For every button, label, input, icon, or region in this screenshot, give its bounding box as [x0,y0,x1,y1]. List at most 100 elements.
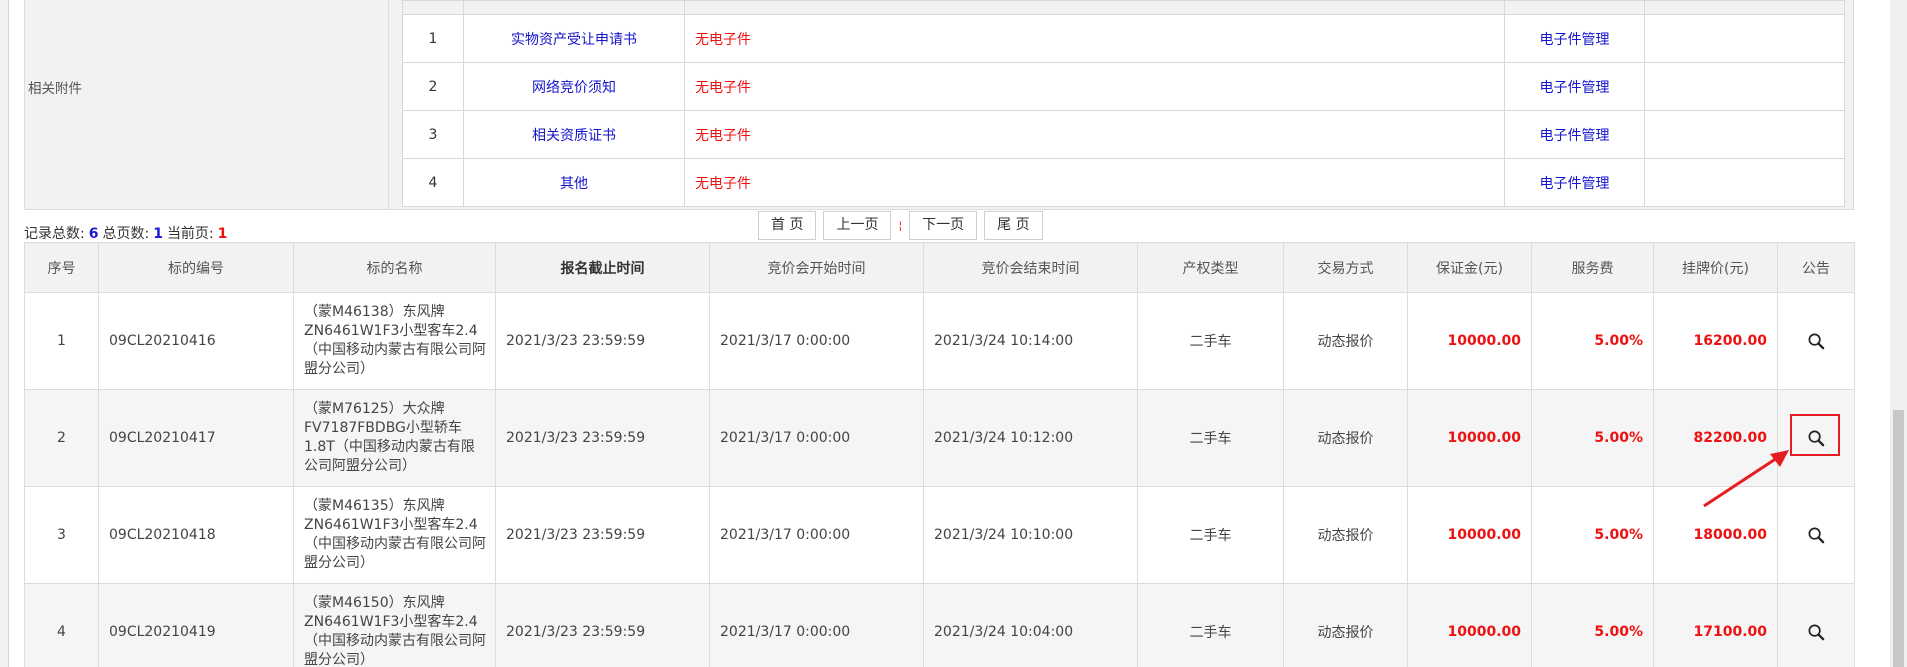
row-name: （蒙M76125）大众牌FV7187FBDBG小型轿车1.8T（中国移动内蒙古有… [293,389,496,487]
col-header-end: 竞价会结束时间 [923,242,1138,293]
row-fee: 5.00% [1531,292,1654,390]
row-fee: 5.00% [1531,389,1654,487]
row-start: 2021/3/17 0:00:00 [709,486,924,584]
scrollbar-thumb[interactable] [1893,410,1904,667]
attachment-status: 无电子件 [684,158,1505,207]
row-type: 二手车 [1137,486,1284,584]
pager: 首 页 上一页 ¦ 下一页 尾 页 [758,211,1050,240]
row-end: 2021/3/24 10:14:00 [923,292,1138,390]
page-root: 相关附件 1 实物资产受让申请书 无电子件 电子件管理 2 网络竞价须知 无电子… [0,0,1907,667]
row-no: 1 [24,292,99,390]
attachment-empty-cell [1644,62,1845,111]
attachment-empty-cell [1644,14,1845,63]
attachment-manage-link[interactable]: 电子件管理 [1504,62,1645,111]
row-price: 17100.00 [1653,583,1778,667]
attachment-row: 2 网络竞价须知 无电子件 电子件管理 [402,62,1845,111]
row-announce-cell [1777,292,1855,390]
pager-first-button[interactable]: 首 页 [758,211,817,240]
record-pages-label: 总页数: [102,226,150,242]
attachment-no: 1 [402,14,464,63]
record-total-label: 记录总数: [24,226,85,242]
attachment-name-link[interactable]: 相关资质证书 [463,110,685,159]
highlight-box [1790,414,1840,456]
col-header-no: 序号 [24,242,99,293]
table-row: 4 09CL20210419 （蒙M46150）东风牌ZN6461W1F3小型客… [24,583,1855,667]
vertical-scrollbar[interactable] [1890,0,1907,667]
record-pages: 1 [153,226,163,242]
row-deadline: 2021/3/23 23:59:59 [495,583,710,667]
row-no: 4 [24,583,99,667]
row-end: 2021/3/24 10:10:00 [923,486,1138,584]
col-header-start: 竞价会开始时间 [709,242,924,293]
row-price: 16200.00 [1653,292,1778,390]
magnifier-icon[interactable] [1807,526,1826,545]
attachment-manage-link[interactable]: 电子件管理 [1504,110,1645,159]
attachment-empty-cell [1644,110,1845,159]
row-name: （蒙M46135）东风牌ZN6461W1F3小型客车2.4（中国移动内蒙古有限公… [293,486,496,584]
row-announce-cell [1777,583,1855,667]
row-fee: 5.00% [1531,583,1654,667]
attachment-no: 3 [402,110,464,159]
attachment-no: 4 [402,158,464,207]
row-no: 3 [24,486,99,584]
magnifier-icon[interactable] [1807,332,1826,351]
table-row: 1 09CL20210416 （蒙M46138）东风牌ZN6461W1F3小型客… [24,292,1855,390]
attachment-manage-link[interactable]: 电子件管理 [1504,158,1645,207]
attachment-status: 无电子件 [684,110,1505,159]
lots-table: 序号 标的编号 标的名称 报名截止时间 竞价会开始时间 竞价会结束时间 产权类型… [24,242,1855,667]
attachment-name-link[interactable]: 其他 [463,158,685,207]
row-code: 09CL20210418 [98,486,294,584]
table-row: 2 09CL20210417 （蒙M76125）大众牌FV7187FBDBG小型… [24,389,1855,487]
row-code: 09CL20210419 [98,583,294,667]
record-total: 6 [88,226,99,242]
row-type: 二手车 [1137,292,1284,390]
col-header-code: 标的编号 [98,242,294,293]
row-type: 二手车 [1137,583,1284,667]
lots-table-header: 序号 标的编号 标的名称 报名截止时间 竞价会开始时间 竞价会结束时间 产权类型… [24,242,1855,293]
record-current-label: 当前页: [166,226,214,242]
row-name: （蒙M46138）东风牌ZN6461W1F3小型客车2.4（中国移动内蒙古有限公… [293,292,496,390]
row-method: 动态报价 [1283,486,1408,584]
col-header-deadline[interactable]: 报名截止时间 [495,242,710,293]
row-end: 2021/3/24 10:04:00 [923,583,1138,667]
row-fee: 5.00% [1531,486,1654,584]
attachments-header-stub [402,0,1845,15]
pager-prev-button[interactable]: 上一页 [823,211,892,240]
row-end: 2021/3/24 10:12:00 [923,389,1138,487]
attachment-no: 2 [402,62,464,111]
attachment-name-link[interactable]: 网络竞价须知 [463,62,685,111]
attachment-row: 3 相关资质证书 无电子件 电子件管理 [402,110,1845,159]
row-type: 二手车 [1137,389,1284,487]
row-deadline: 2021/3/23 23:59:59 [495,389,710,487]
row-deadline: 2021/3/23 23:59:59 [495,292,710,390]
pager-last-button[interactable]: 尾 页 [984,211,1043,240]
row-method: 动态报价 [1283,583,1408,667]
magnifier-icon[interactable] [1807,623,1826,642]
col-header-name: 标的名称 [293,242,496,293]
row-deposit: 10000.00 [1407,486,1532,584]
row-deposit: 10000.00 [1407,292,1532,390]
attachment-manage-link[interactable]: 电子件管理 [1504,14,1645,63]
row-deadline: 2021/3/23 23:59:59 [495,486,710,584]
attachments-label: 相关附件 [28,81,82,97]
row-code: 09CL20210416 [98,292,294,390]
attachment-status: 无电子件 [684,62,1505,111]
col-header-fee: 服务费 [1531,242,1654,293]
col-header-announce: 公告 [1777,242,1855,293]
table-row: 3 09CL20210418 （蒙M46135）东风牌ZN6461W1F3小型客… [24,486,1855,584]
attachments-table: 1 实物资产受让申请书 无电子件 电子件管理 2 网络竞价须知 无电子件 电子件… [402,0,1845,207]
col-header-price: 挂牌价(元) [1653,242,1778,293]
row-start: 2021/3/17 0:00:00 [709,583,924,667]
row-start: 2021/3/17 0:00:00 [709,292,924,390]
row-code: 09CL20210417 [98,389,294,487]
attachment-row: 4 其他 无电子件 电子件管理 [402,158,1845,207]
col-header-type: 产权类型 [1137,242,1284,293]
row-deposit: 10000.00 [1407,389,1532,487]
record-current: 1 [217,226,228,242]
row-method: 动态报价 [1283,292,1408,390]
col-header-deposit: 保证金(元) [1407,242,1532,293]
attachments-divider [388,0,389,210]
row-start: 2021/3/17 0:00:00 [709,389,924,487]
pager-next-button[interactable]: 下一页 [909,211,978,240]
attachment-name-link[interactable]: 实物资产受让申请书 [463,14,685,63]
